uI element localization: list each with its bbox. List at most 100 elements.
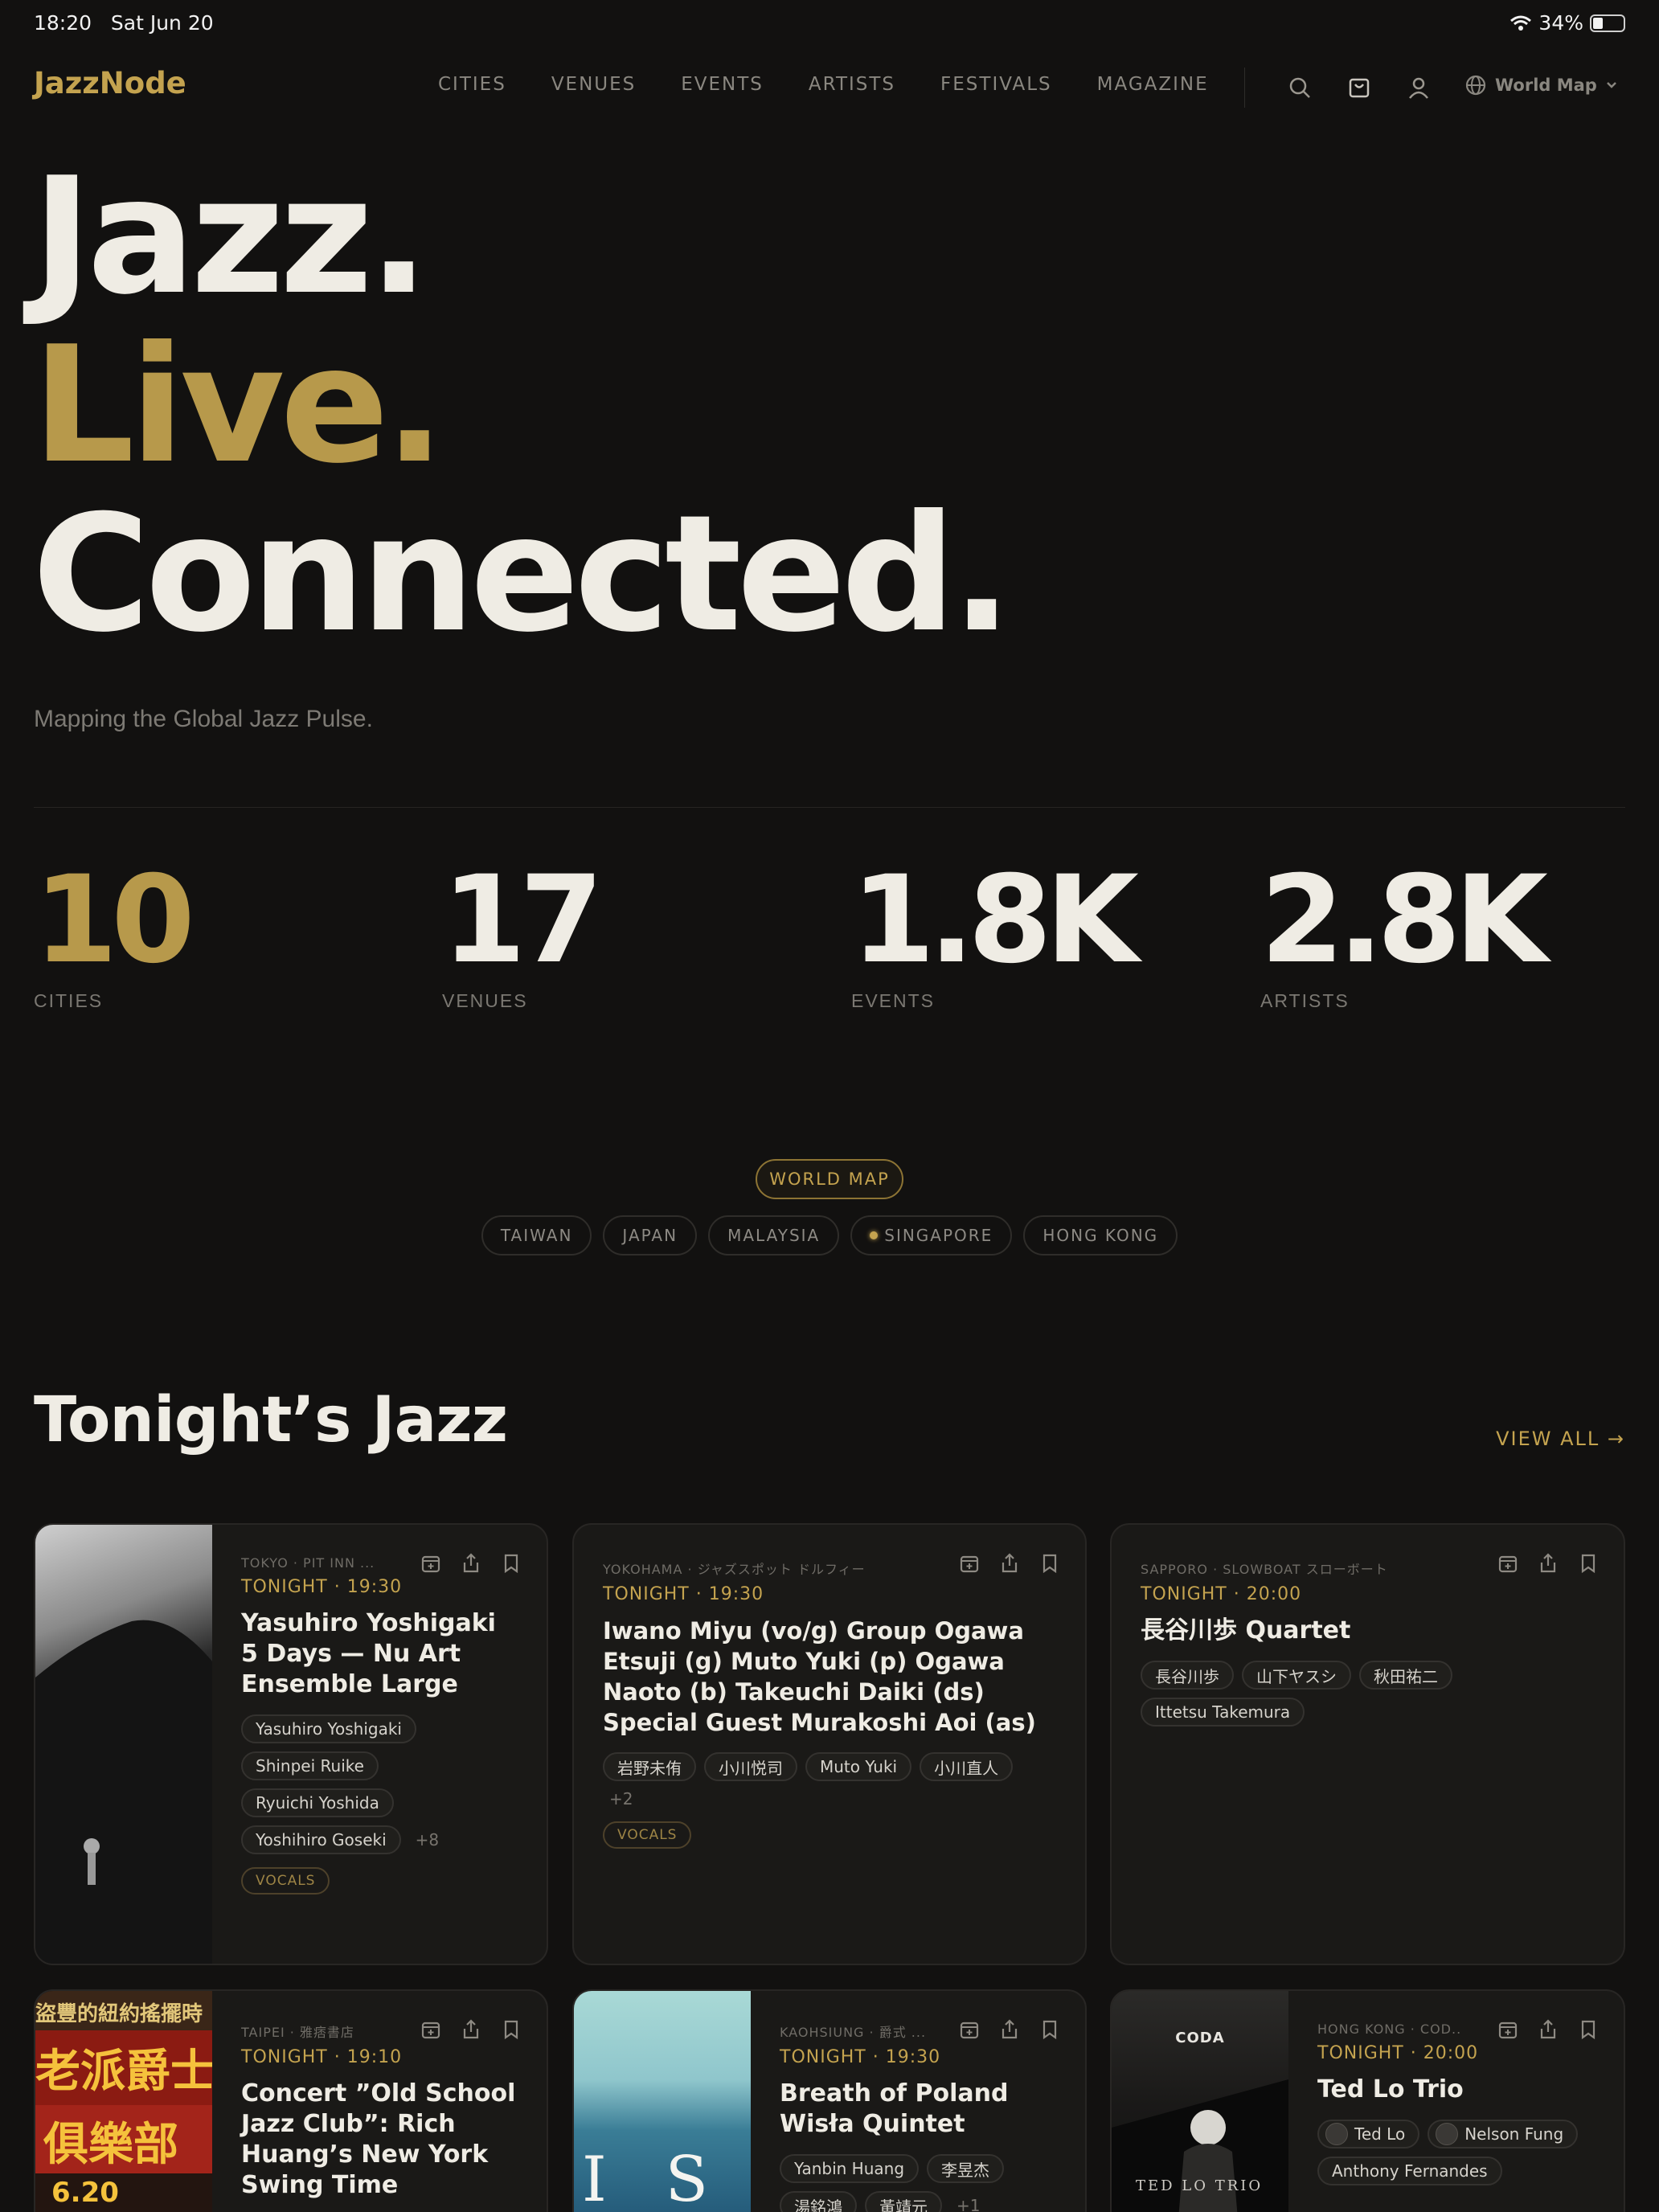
- share-icon[interactable]: [460, 2018, 482, 2041]
- artist-chip[interactable]: 李昱杰: [927, 2154, 1005, 2183]
- artist-chip[interactable]: 黃靖元: [865, 2191, 942, 2212]
- poster-text: 老派爵士: [35, 2030, 212, 2105]
- event-card[interactable]: YOKOHAMA · ジャズスポット ドルフィー TONIGHT · 19:30…: [572, 1523, 1087, 1965]
- nav-venues[interactable]: VENUES: [551, 74, 636, 95]
- artist-chip[interactable]: 山下ヤスシ: [1242, 1661, 1351, 1690]
- event-time: TONIGHT · 19:10: [241, 2047, 403, 2067]
- event-meta: SAPPORO · SLOWBOAT スローボート: [1141, 1562, 1388, 1577]
- country-hong-kong[interactable]: HONG KONG: [1023, 1215, 1178, 1256]
- status-indicators: 34%: [1509, 11, 1625, 35]
- stat-events[interactable]: 1.8K EVENTS: [851, 860, 1139, 1012]
- calendar-add-icon[interactable]: [958, 1552, 981, 1575]
- artist-chip[interactable]: 小川悦司: [704, 1752, 797, 1781]
- stat-label: ARTISTS: [1260, 990, 1350, 1011]
- card-actions: [420, 2018, 522, 2041]
- search-icon[interactable]: [1286, 74, 1313, 101]
- country-malaysia[interactable]: MALAYSIA: [708, 1215, 840, 1256]
- calendar-add-icon[interactable]: [420, 2018, 442, 2041]
- nav-divider: [1244, 68, 1245, 108]
- card-actions: [958, 1552, 1061, 1575]
- world-map-button[interactable]: WORLD MAP: [756, 1159, 903, 1199]
- bookmark-icon[interactable]: [1038, 1552, 1061, 1575]
- calendar-add-icon[interactable]: [1497, 1552, 1519, 1575]
- poster-text: TED LO TRIO: [1136, 2177, 1264, 2194]
- more-artists-count[interactable]: +2: [603, 1789, 639, 1809]
- event-card[interactable]: TOKYO · PIT INN ... TONIGHT · 19:30 Yasu…: [34, 1523, 548, 1965]
- stat-cities[interactable]: 10 CITIES: [34, 850, 195, 1012]
- user-icon[interactable]: [1405, 74, 1432, 101]
- stat-artists[interactable]: 2.8K ARTISTS: [1260, 860, 1548, 1012]
- share-icon[interactable]: [998, 2018, 1021, 2041]
- artist-chip[interactable]: Shinpei Ruike: [241, 1751, 379, 1780]
- event-meta: KAOHSIUNG · 爵式 ...: [780, 2025, 924, 2040]
- more-artists-count[interactable]: +1: [950, 2196, 986, 2212]
- artist-chip[interactable]: Nelson Fung: [1428, 2120, 1579, 2149]
- view-all-link[interactable]: VIEW ALL →: [1496, 1428, 1625, 1450]
- battery-icon: [1590, 14, 1625, 32]
- artist-chip[interactable]: 岩野未侑: [603, 1752, 696, 1781]
- event-card[interactable]: 盜豐的紐約搖擺時 老派爵士 俱樂部 6.20 TAIPEI · 雅痞書店 TON…: [34, 1989, 548, 2212]
- bag-icon[interactable]: [1346, 74, 1373, 101]
- nav-festivals[interactable]: FESTIVALS: [940, 74, 1052, 95]
- artist-chip[interactable]: 秋田祐二: [1359, 1661, 1452, 1690]
- main-nav: CITIES VENUES EVENTS ARTISTS FESTIVALS M…: [438, 74, 1209, 95]
- share-icon[interactable]: [1537, 2018, 1559, 2041]
- calendar-add-icon[interactable]: [958, 2018, 981, 2041]
- event-title[interactable]: Yasuhiro Yoshigaki 5 Days — Nu Art Ensem…: [241, 1608, 518, 1700]
- event-time: TONIGHT · 19:30: [603, 1584, 764, 1604]
- nav-events[interactable]: EVENTS: [681, 74, 764, 95]
- nav-cities[interactable]: CITIES: [438, 74, 506, 95]
- share-icon[interactable]: [998, 1552, 1021, 1575]
- artist-chip[interactable]: Ittetsu Takemura: [1141, 1698, 1305, 1727]
- event-card[interactable]: CODA TED LO TRIO HONG KONG · COD... TONI…: [1110, 1989, 1625, 2212]
- bookmark-icon[interactable]: [500, 2018, 522, 2041]
- calendar-add-icon[interactable]: [1497, 2018, 1519, 2041]
- event-title[interactable]: 長谷川歩 Quartet: [1141, 1616, 1595, 1646]
- world-map-dropdown[interactable]: World Map: [1464, 74, 1618, 96]
- logo[interactable]: JazzNode: [34, 66, 186, 100]
- share-icon[interactable]: [1537, 1552, 1559, 1575]
- event-meta: TAIPEI · 雅痞書店: [241, 2025, 354, 2040]
- artist-list: Ted Lo Nelson Fung Anthony Fernandes: [1317, 2120, 1595, 2185]
- artist-chip[interactable]: Yasuhiro Yoshigaki: [241, 1714, 416, 1743]
- country-singapore[interactable]: SINGAPORE: [850, 1215, 1013, 1256]
- nav-artists[interactable]: ARTISTS: [809, 74, 895, 95]
- artist-chip[interactable]: 小川直人: [920, 1752, 1014, 1781]
- artist-chip[interactable]: Yoshihiro Goseki: [241, 1825, 401, 1854]
- status-time: 18:20 Sat Jun 20: [34, 11, 214, 35]
- artist-chip[interactable]: Muto Yuki: [805, 1752, 912, 1781]
- event-title[interactable]: Breath of Poland Wisła Quintet: [780, 2079, 1056, 2140]
- artist-chip[interactable]: Ted Lo: [1317, 2120, 1420, 2149]
- bookmark-icon[interactable]: [1577, 1552, 1600, 1575]
- hero-line-2: Live.: [32, 312, 445, 499]
- stat-venues[interactable]: 17 VENUES: [442, 860, 604, 1012]
- event-title[interactable]: Iwano Miyu (vo/g) Group Ogawa Etsuji (g)…: [603, 1616, 1056, 1738]
- more-artists-count[interactable]: +8: [409, 1830, 445, 1849]
- bookmark-icon[interactable]: [1038, 2018, 1061, 2041]
- share-icon[interactable]: [460, 1552, 482, 1575]
- event-card[interactable]: I S E KAOHSIUNG · 爵式 ... TONIGHT · 19:30…: [572, 1989, 1087, 2212]
- bookmark-icon[interactable]: [1577, 2018, 1600, 2041]
- event-title[interactable]: Concert ”Old School Jazz Club”: Rich Hua…: [241, 2079, 518, 2201]
- artist-list: Yanbin Huang 李昱杰 湯銘鴻 黃靖元 +1: [780, 2154, 1056, 2212]
- country-taiwan[interactable]: TAIWAN: [481, 1215, 592, 1256]
- artist-chip[interactable]: 長谷川歩: [1141, 1661, 1234, 1690]
- card-actions: [1497, 2018, 1600, 2041]
- artist-chip[interactable]: 湯銘鴻: [780, 2191, 857, 2212]
- event-title[interactable]: Ted Lo Trio: [1317, 2075, 1595, 2105]
- bookmark-icon[interactable]: [500, 1552, 522, 1575]
- artist-chip[interactable]: Ryuichi Yoshida: [241, 1788, 394, 1817]
- event-time: TONIGHT · 19:30: [241, 1577, 403, 1597]
- wifi-icon: [1510, 15, 1532, 31]
- artist-chip[interactable]: Anthony Fernandes: [1317, 2157, 1502, 2185]
- stat-label: VENUES: [442, 990, 528, 1011]
- artist-list: 岩野未侑 小川悦司 Muto Yuki 小川直人 +2: [603, 1752, 1056, 1809]
- stat-value: 10: [34, 850, 195, 990]
- artist-chip[interactable]: Yanbin Huang: [780, 2154, 920, 2183]
- battery-level: [1593, 17, 1604, 29]
- calendar-add-icon[interactable]: [420, 1552, 442, 1575]
- country-japan[interactable]: JAPAN: [603, 1215, 698, 1256]
- event-card[interactable]: SAPPORO · SLOWBOAT スローボート TONIGHT · 20:0…: [1110, 1523, 1625, 1965]
- nav-magazine[interactable]: MAGAZINE: [1097, 74, 1209, 95]
- artist-list: Yasuhiro Yoshigaki Shinpei Ruike Ryuichi…: [241, 1714, 518, 1854]
